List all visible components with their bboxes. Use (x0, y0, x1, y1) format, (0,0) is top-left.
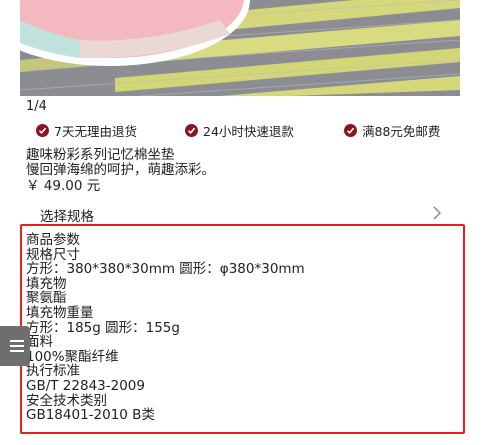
param-value: GB/T 22843-2009 (26, 377, 145, 394)
check-circle-icon (36, 124, 49, 137)
param-value: 聚氨酯 (26, 290, 67, 307)
service-badges: 7天无理由退货 24小时快速退款 满88元免邮费 (36, 121, 466, 141)
params-heading: 商品参数 (26, 232, 80, 248)
product-detail-page: 1/4 7天无理由退货 24小时快速退款 满88元免邮费 趣味粉彩系列记忆棉坐垫… (0, 0, 483, 445)
param-value: GB18401-2010 B类 (26, 407, 155, 424)
param-name: 填充物 (26, 275, 67, 292)
service-label: 满88元免邮费 (362, 124, 441, 139)
param-name: 面料 (26, 334, 53, 351)
service-badge: 24小时快速退款 (185, 121, 294, 140)
service-label: 7天无理由退货 (54, 124, 137, 139)
chevron-right-icon (432, 205, 442, 225)
image-counter: 1/4 (26, 99, 47, 114)
service-badge: 7天无理由退货 (36, 121, 137, 140)
service-label: 24小时快速退款 (203, 124, 294, 139)
param-value: 方形：185g 圆形：155g (26, 319, 180, 336)
param-value: 方形：380*380*30mm 圆形：φ380*30mm (26, 261, 305, 278)
menu-icon (10, 338, 24, 352)
param-name: 规格尺寸 (26, 246, 80, 263)
product-params: 商品参数 规格尺寸 方形：380*380*30mm 圆形：φ380*30mm 填… (26, 233, 305, 423)
check-circle-icon (344, 124, 357, 137)
param-value: 100%聚酯纤维 (26, 348, 119, 365)
param-name: 执行标准 (26, 363, 80, 380)
cushion-photo (20, 0, 460, 96)
service-badge: 满88元免邮费 (344, 121, 440, 140)
check-circle-icon (185, 124, 198, 137)
product-image[interactable] (20, 0, 460, 96)
product-price: ￥ 49.00 元 (26, 178, 101, 194)
side-menu-handle[interactable] (0, 326, 30, 366)
param-name: 填充物重量 (26, 304, 94, 321)
select-spec-label: 选择规格 (40, 209, 94, 225)
param-name: 安全技术类别 (26, 392, 107, 409)
select-spec-row[interactable]: 选择规格 (40, 205, 442, 225)
